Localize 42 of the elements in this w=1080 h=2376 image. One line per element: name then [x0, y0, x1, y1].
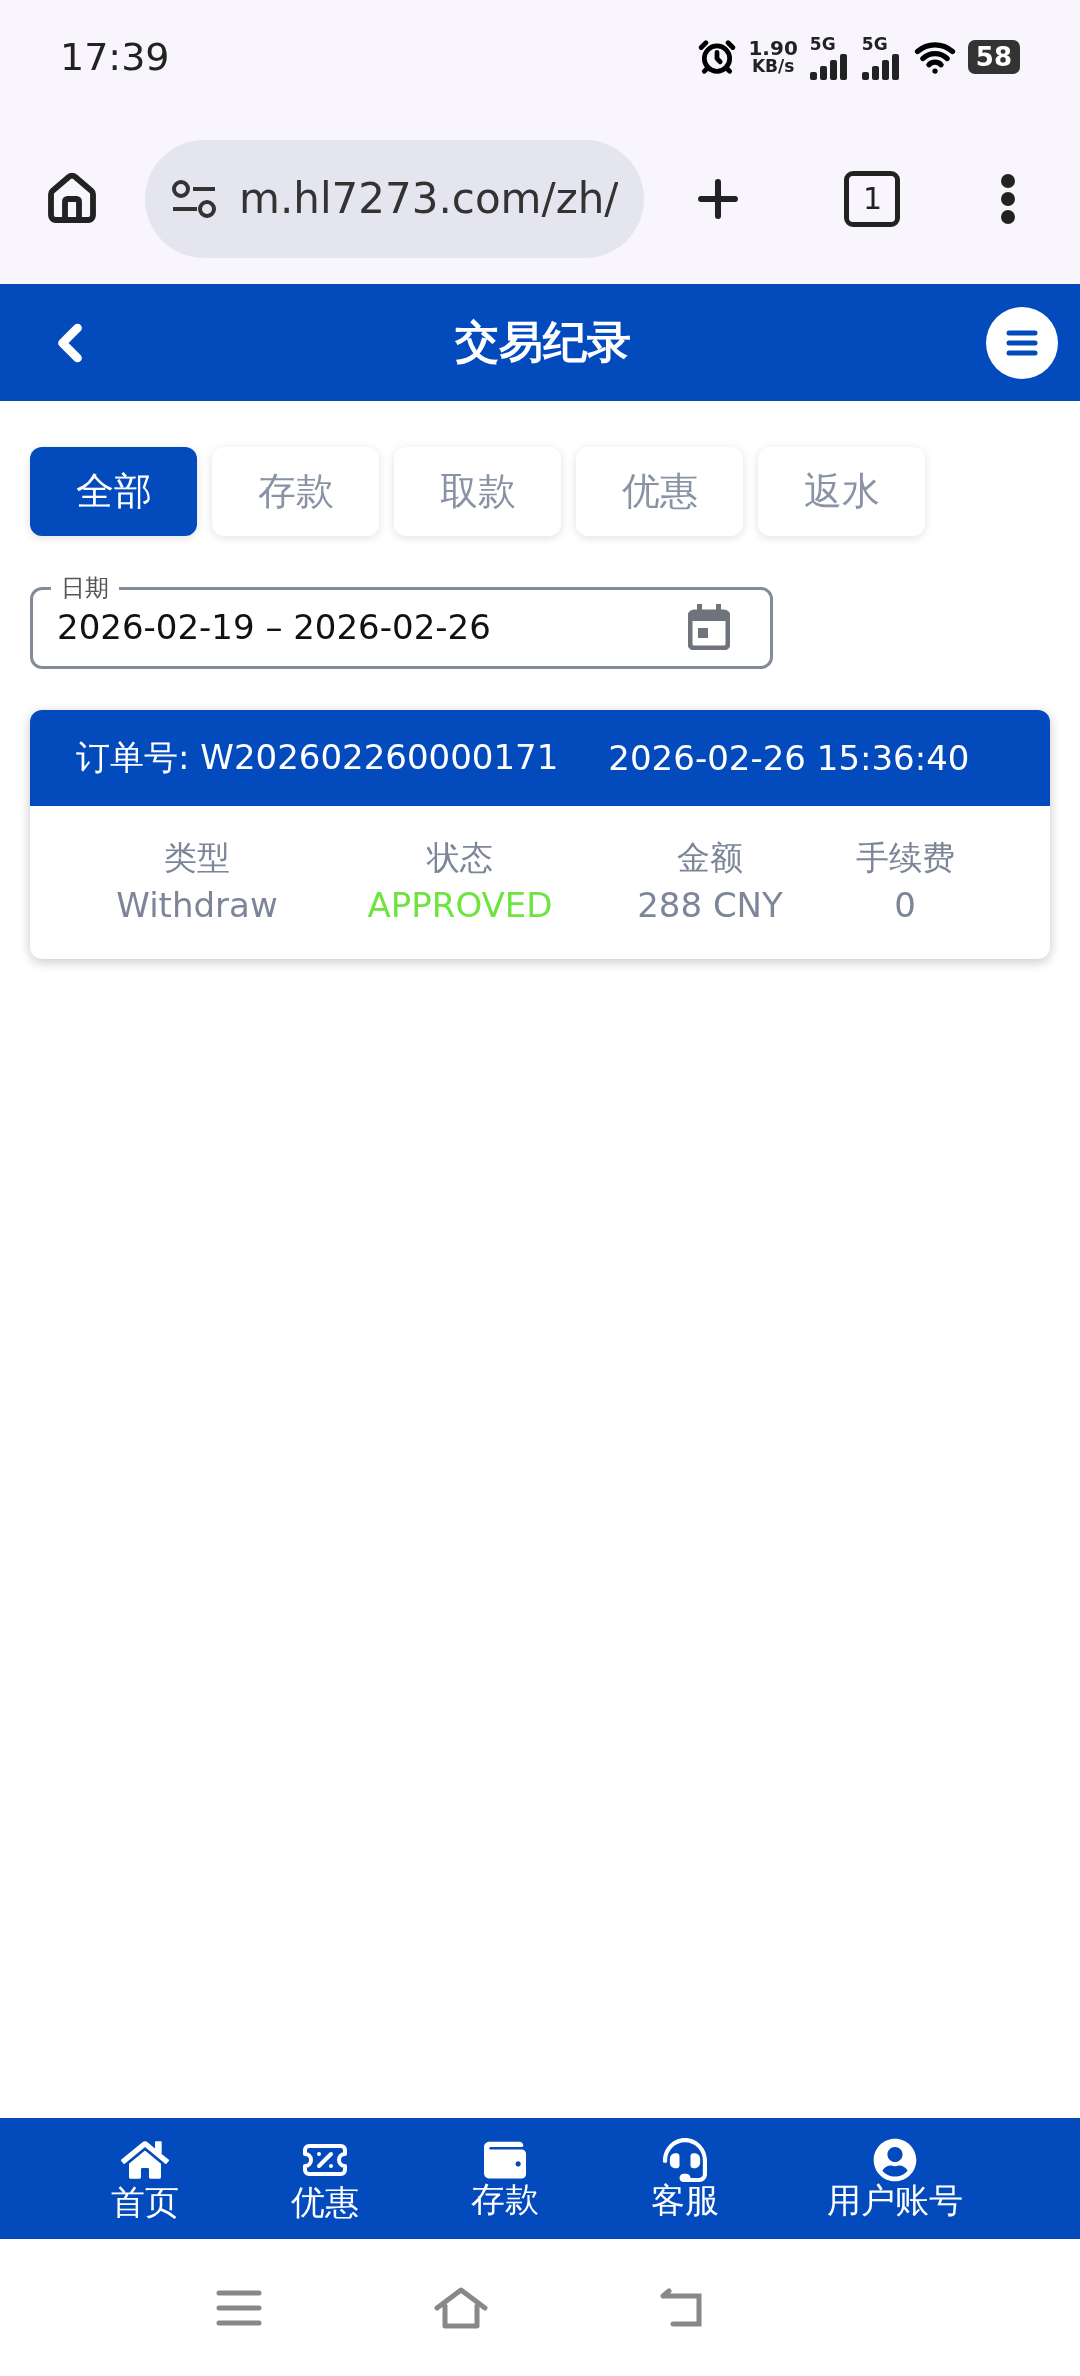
field-label: 手续费 — [855, 837, 955, 879]
url-text: m.hl7273.com/zh/ — [239, 174, 619, 223]
signal-icon — [861, 53, 902, 80]
site-settings-icon — [171, 178, 217, 219]
more-icon — [1000, 172, 1017, 225]
address-bar[interactable]: m.hl7273.com/zh/ — [145, 139, 645, 258]
order-time: 2026-02-26 15:36:40 — [608, 738, 970, 778]
tab-switcher-button[interactable]: 1 — [844, 170, 901, 227]
field-label: 日期 — [60, 576, 110, 600]
nav-item[interactable]: 存款 — [415, 2118, 595, 2239]
order-number: 订单号: W202602260000171 — [76, 736, 559, 779]
page-title: 交易纪录 — [455, 315, 631, 369]
calendar-icon — [688, 604, 730, 650]
nav-item[interactable]: 客服 — [595, 2118, 775, 2239]
more-menu-button[interactable] — [1000, 172, 1017, 225]
network-unit: KB/s — [751, 58, 795, 75]
home-icon[interactable] — [433, 2285, 489, 2330]
field-value: 288 CNY — [637, 885, 783, 925]
network-type: 5G — [809, 33, 836, 54]
network-type: 5G — [861, 33, 888, 54]
field-label: 金额 — [677, 837, 743, 879]
filter-tab[interactable]: 全部 — [30, 447, 197, 536]
nav-item[interactable]: 首页 — [55, 2118, 235, 2239]
field-label: 类型 — [164, 837, 230, 879]
user-icon — [873, 2137, 917, 2182]
field-value: 0 — [894, 885, 916, 925]
nav-item[interactable]: 优惠 — [235, 2118, 415, 2239]
alarm-icon — [698, 37, 737, 76]
recent-apps-icon[interactable] — [215, 2288, 263, 2327]
status-value: APPROVED — [367, 885, 553, 925]
date-range-value: 2026-02-19 – 2026-02-26 — [57, 607, 491, 647]
date-range-field[interactable]: 日期 2026-02-19 – 2026-02-26 — [30, 576, 773, 669]
back-icon[interactable] — [659, 2287, 705, 2328]
battery-indicator: 58 — [967, 39, 1020, 74]
field-label: 状态 — [427, 837, 493, 879]
network-speed: 1.90 — [748, 38, 798, 58]
field-value: Withdraw — [116, 885, 278, 925]
signal-icon — [809, 53, 850, 80]
nav-item[interactable]: 用户账号 — [775, 2118, 1015, 2239]
status-time: 17:39 — [60, 34, 170, 79]
headset-icon — [663, 2137, 707, 2182]
menu-icon — [1005, 328, 1039, 357]
